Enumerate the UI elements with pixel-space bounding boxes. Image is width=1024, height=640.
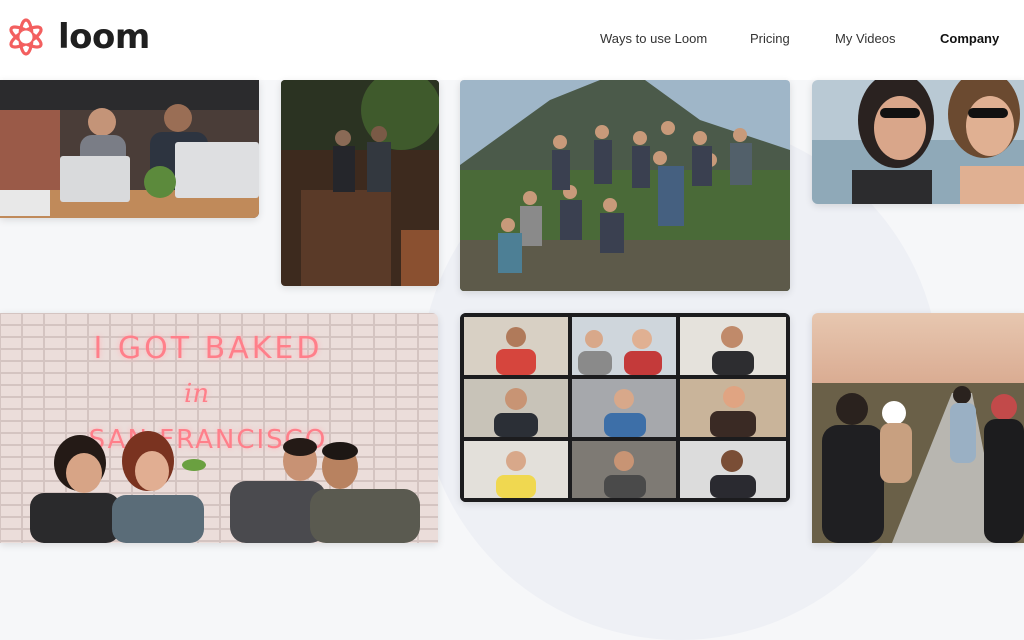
photo-team-beach-selfie <box>812 80 1024 204</box>
main-nav: Ways to use Loom Pricing My Videos Compa… <box>0 31 1024 51</box>
nav-my-videos[interactable]: My Videos <box>835 31 895 46</box>
photo-team-at-laptops <box>0 80 259 218</box>
top-navigation-bar: loom Ways to use Loom Pricing My Videos … <box>0 0 1024 80</box>
nav-pricing[interactable]: Pricing <box>750 31 790 46</box>
photo-team-brick-wall <box>281 80 439 286</box>
photo-team-walking-path <box>812 313 1024 543</box>
photo-team-neon-sign: I GOT BAKED in SAN FRANCISCO <box>0 313 438 543</box>
nav-ways-to-use-loom[interactable]: Ways to use Loom <box>600 31 707 46</box>
nav-company[interactable]: Company <box>940 31 999 46</box>
photo-video-call-grid <box>460 313 790 502</box>
photo-team-volcano-trip <box>460 80 790 291</box>
